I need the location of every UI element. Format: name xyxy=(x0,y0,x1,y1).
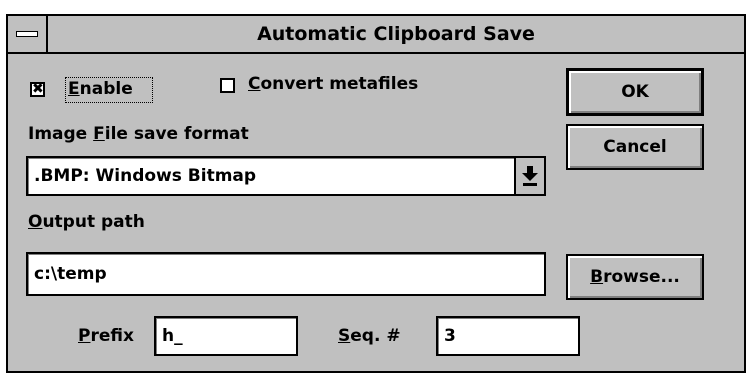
browse-button[interactable]: Browse... xyxy=(566,254,704,300)
convert-metafiles-label[interactable]: Convert metafiles xyxy=(248,74,418,94)
image-format-label-rest: ile save format xyxy=(104,124,249,144)
convert-metafiles-label-rest: onvert metafiles xyxy=(260,74,419,94)
convert-metafiles-mnemonic: C xyxy=(248,74,261,94)
system-menu-icon[interactable] xyxy=(8,16,48,52)
prefix-mnemonic: P xyxy=(78,326,91,346)
seq-label: Seq. # xyxy=(338,326,401,346)
convert-metafiles-checkbox[interactable] xyxy=(220,78,235,93)
output-path-input[interactable]: c:\temp xyxy=(26,252,546,296)
enable-label[interactable]: Enable xyxy=(68,79,133,99)
output-path-label-rest: utput path xyxy=(42,212,145,232)
system-menu-bar-glyph xyxy=(16,31,38,37)
prefix-input[interactable]: h_ xyxy=(154,316,298,356)
enable-checkbox[interactable]: ✖ xyxy=(30,82,45,97)
output-path-mnemonic: O xyxy=(28,212,43,232)
dialog-title: Automatic Clipboard Save xyxy=(257,23,535,45)
image-format-combo[interactable]: .BMP: Windows Bitmap xyxy=(26,156,546,196)
ok-button[interactable]: OK xyxy=(566,68,704,116)
seq-label-rest: eq. # xyxy=(350,326,401,346)
checkbox-checked-icon: ✖ xyxy=(32,81,44,97)
seq-input[interactable]: 3 xyxy=(436,316,580,356)
cancel-button[interactable]: Cancel xyxy=(566,124,704,170)
prefix-label-rest: refix xyxy=(90,326,134,346)
output-path-label: Output path xyxy=(28,212,145,232)
seq-value: 3 xyxy=(444,326,456,346)
enable-label-rest: nable xyxy=(79,79,133,99)
seq-mnemonic: S xyxy=(338,326,351,346)
browse-label-rest: rowse... xyxy=(603,267,680,287)
image-format-value: .BMP: Windows Bitmap xyxy=(34,166,257,186)
prefix-label: Prefix xyxy=(78,326,134,346)
dropdown-arrow-icon[interactable] xyxy=(514,158,544,194)
enable-mnemonic: E xyxy=(68,79,80,99)
image-format-label: Image File save format xyxy=(28,124,249,144)
image-format-label-pre: Image xyxy=(28,124,94,144)
browse-mnemonic: B xyxy=(590,267,604,287)
automatic-clipboard-save-dialog: Automatic Clipboard Save ✖ Enable Conver… xyxy=(6,14,746,373)
prefix-value: h_ xyxy=(162,326,183,346)
output-path-value: c:\temp xyxy=(34,264,107,284)
title-bar: Automatic Clipboard Save xyxy=(8,16,744,54)
dropdown-arrow-glyph xyxy=(522,166,538,186)
image-format-mnemonic: F xyxy=(93,124,105,144)
